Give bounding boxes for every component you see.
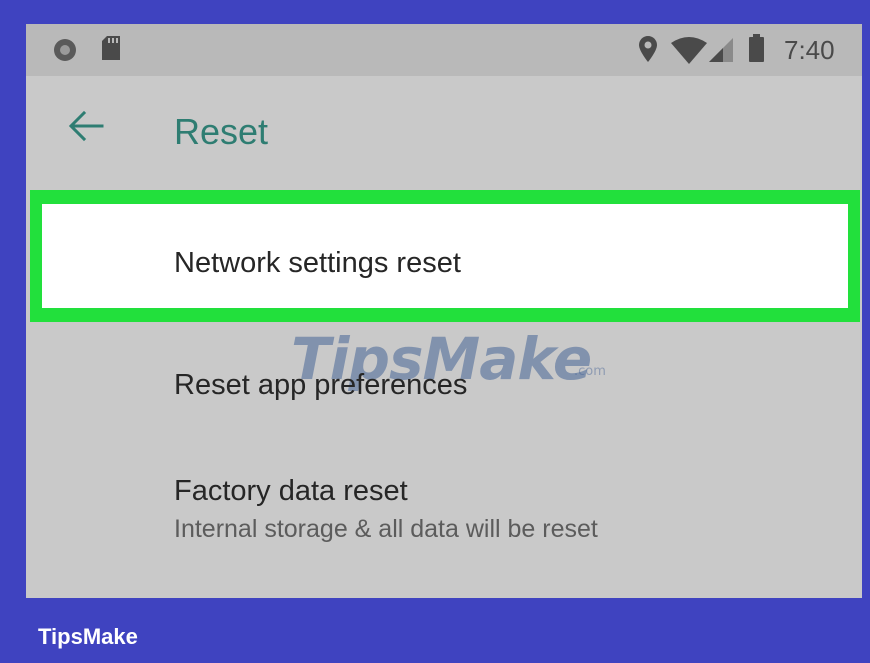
app-bar xyxy=(26,76,862,186)
brand-logo: TipsMake xyxy=(38,624,138,649)
back-arrow-icon[interactable] xyxy=(68,110,104,142)
signal-icon xyxy=(709,38,733,62)
location-icon xyxy=(639,36,657,62)
battery-icon xyxy=(749,34,764,62)
status-bar: 7:40 xyxy=(26,24,862,76)
status-time: 7:40 xyxy=(784,35,835,65)
network-settings-reset-label[interactable]: Network settings reset xyxy=(174,246,461,280)
phone-screen: 7:40 Reset Network settings reset TipsMa… xyxy=(26,24,862,598)
watermark-suffix: .com xyxy=(574,364,606,379)
reset-app-preferences-item[interactable]: Reset app preferences xyxy=(174,368,467,402)
wifi-icon xyxy=(671,37,707,64)
factory-data-reset-subtitle: Internal storage & all data will be rese… xyxy=(174,515,598,543)
screen-record-icon xyxy=(54,39,76,61)
page-title: Reset xyxy=(174,111,269,152)
sd-card-icon xyxy=(102,36,120,60)
factory-data-reset-item[interactable]: Factory data reset xyxy=(174,474,408,508)
